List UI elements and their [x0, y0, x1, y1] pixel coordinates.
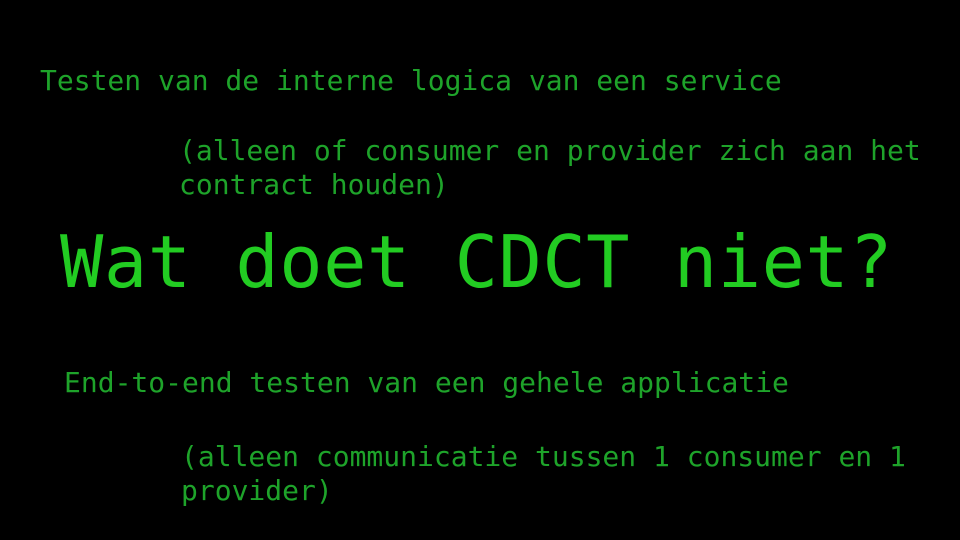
- bullet-note-communication: (alleen communicatie tussen 1 consumer e…: [181, 440, 923, 507]
- bullet-text-end-to-end: End-to-end testen van een gehele applica…: [64, 366, 789, 399]
- bullet-text-internal-logic: Testen van de interne logica van een ser…: [40, 64, 782, 97]
- slide-headline: Wat doet CDCT niet?: [60, 220, 894, 304]
- bullet-note-contract: (alleen of consumer en provider zich aan…: [179, 134, 938, 201]
- slide-canvas: Testen van de interne logica van een ser…: [0, 0, 960, 540]
